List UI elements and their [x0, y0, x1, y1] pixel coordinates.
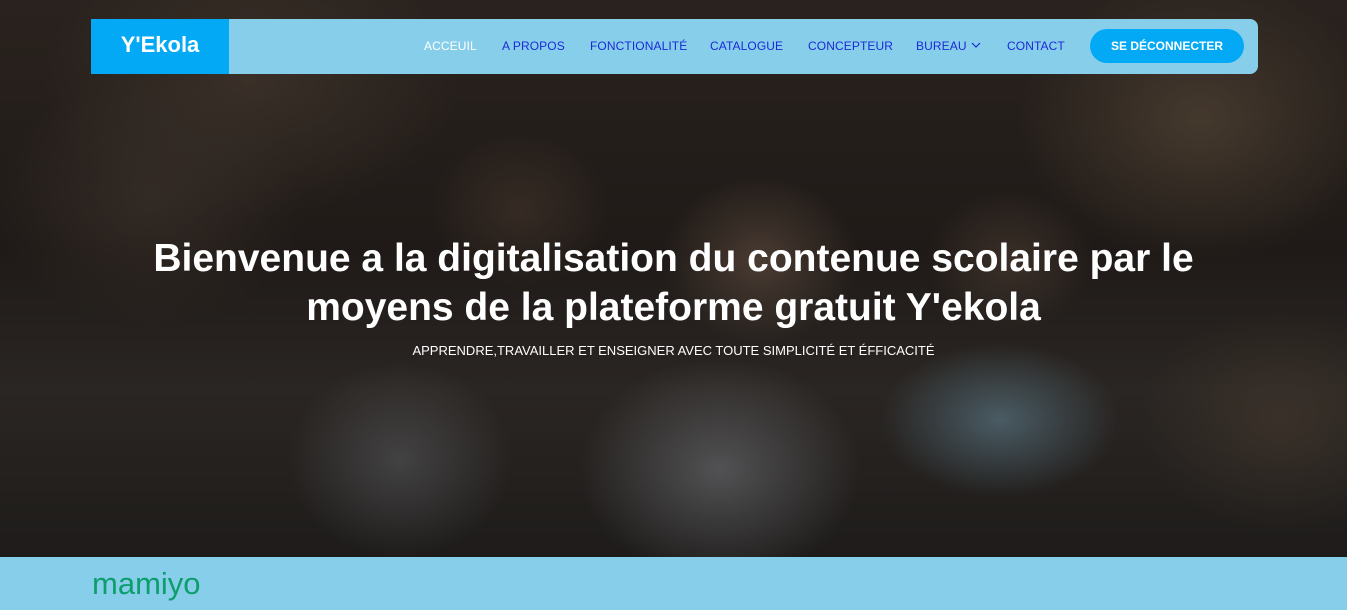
hero-subtitle: APPRENDRE,TRAVAILLER ET ENSEIGNER AVEC T… [412, 343, 935, 358]
username-text: mamiyo [92, 566, 201, 601]
nav-item-acceuil[interactable]: ACCEUIL [424, 19, 477, 74]
content-band: mamiyo [0, 557, 1347, 610]
hero-title: Bienvenue a la digitalisation du contenu… [60, 234, 1287, 332]
brand-logo[interactable]: Y'Ekola [91, 19, 229, 74]
nav-item-a-propos[interactable]: A PROPOS [502, 19, 565, 74]
nav-item-contact[interactable]: CONTACT [1007, 19, 1065, 74]
nav-item-catalogue[interactable]: CATALOGUE [710, 19, 783, 74]
nav-item-bureau-label: BUREAU [916, 39, 967, 53]
hero-title-line-1: Bienvenue a la digitalisation du contenu… [153, 237, 1194, 280]
chevron-down-icon [971, 17, 981, 72]
nav-item-fonctionalite[interactable]: FONCTIONALITÉ [590, 19, 687, 74]
navbar: Y'Ekola ACCEUIL A PROPOS FONCTIONALITÉ C… [91, 19, 1258, 74]
hero-title-line-2: moyens de la plateforme gratuit Y'ekola [306, 286, 1041, 329]
page: Y'Ekola ACCEUIL A PROPOS FONCTIONALITÉ C… [0, 0, 1347, 610]
nav-item-concepteur[interactable]: CONCEPTEUR [808, 19, 893, 74]
nav-item-bureau[interactable]: BUREAU [916, 19, 981, 74]
logout-button[interactable]: SE DÉCONNECTER [1090, 29, 1244, 63]
